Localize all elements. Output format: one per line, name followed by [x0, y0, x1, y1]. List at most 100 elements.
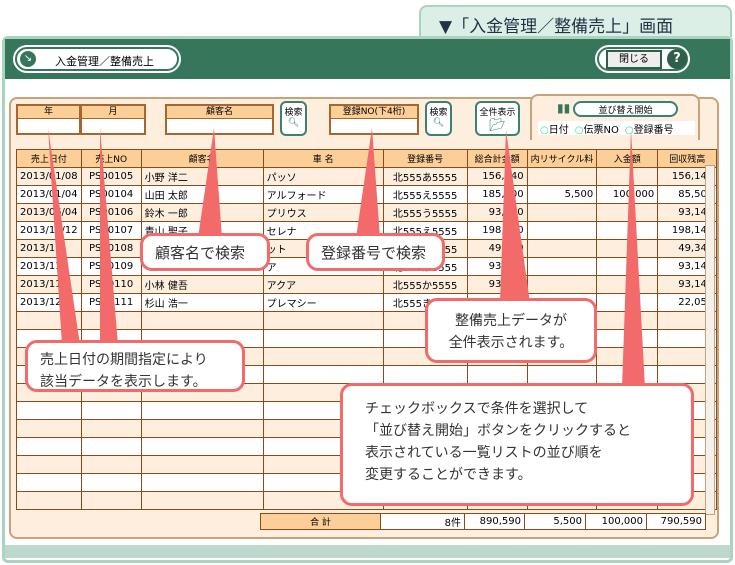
- table-cell: [382, 365, 468, 384]
- table-cell: [80, 311, 142, 330]
- regno-search-button[interactable]: 検索 🔍︎: [425, 101, 452, 136]
- sort-option-regno[interactable]: ○登録番号: [625, 121, 674, 136]
- customer-input[interactable]: [165, 119, 274, 135]
- table-cell: パッソ: [262, 167, 384, 186]
- search-label: 検索: [429, 108, 448, 118]
- table-cell: 2013/11/: [16, 239, 82, 258]
- table-cell: 198,140: [466, 221, 528, 240]
- table-cell: 小野 洋二: [140, 167, 264, 186]
- regno-input[interactable]: [329, 119, 419, 135]
- month-input[interactable]: [80, 119, 146, 135]
- table-row[interactable]: 2013/01/04 PS00104 山田 太郎 アルフォード 北555え5555 185…: [16, 185, 718, 204]
- column-header[interactable]: 売上日付: [16, 149, 82, 168]
- total-recycle: 5,500: [524, 513, 586, 530]
- table-cell: 93,140: [466, 275, 528, 294]
- table-cell: [140, 419, 264, 438]
- table-cell: PS00108: [80, 239, 142, 258]
- column-header[interactable]: 登録番号: [382, 149, 468, 168]
- callout-line: 整備売上データが: [455, 313, 567, 329]
- table-cell: 2013/10/12: [16, 221, 82, 240]
- table-cell: [16, 419, 82, 438]
- table-cell: [596, 239, 659, 258]
- table-cell: [526, 221, 598, 240]
- folder-icon: 📂︎: [489, 118, 506, 133]
- table-cell: 鈴木 一郎: [140, 203, 264, 222]
- table-cell: 100,000: [596, 185, 659, 204]
- table-cell: [526, 167, 598, 186]
- sort-option-date[interactable]: ○日付: [540, 121, 569, 136]
- table-cell: [80, 401, 142, 420]
- radio-icon: ○: [540, 125, 549, 136]
- column-header[interactable]: 総合計金額: [466, 149, 528, 168]
- table-row[interactable]: 2013/12/PS00111杉山 浩一プレマシー北555き555522,050…: [16, 293, 718, 312]
- close-button[interactable]: 閉じる: [606, 50, 662, 69]
- total-count: 8件: [380, 513, 465, 530]
- callout-line: 変更することができます。: [365, 467, 532, 483]
- column-header[interactable]: 車 名: [262, 149, 384, 168]
- screen-title: 入金管理／整備売上: [13, 45, 181, 73]
- table-cell: [16, 311, 82, 330]
- table-cell: 山田 太郎: [140, 185, 264, 204]
- table-cell: [596, 365, 659, 384]
- table-cell: [140, 311, 264, 330]
- screen-caption: ▼「入金管理／整備売上」画面: [419, 5, 732, 37]
- table-cell: [596, 293, 659, 312]
- table-cell: 5,500: [526, 185, 598, 204]
- table-cell: 2013/01/08: [16, 167, 82, 186]
- footer-bar: [5, 545, 730, 558]
- table-cell: [526, 365, 598, 384]
- show-all-label: 全件表示: [479, 108, 516, 118]
- search-icon: 🔍︎: [432, 118, 445, 128]
- table-cell: [16, 455, 82, 474]
- sort-option-slip[interactable]: ○伝票NO: [575, 121, 619, 136]
- callout-line: 「並び替え開始」ボタンをクリックすると: [365, 423, 631, 439]
- table-row[interactable]: 2013/06/04 PS00106 鈴木 一郎 プリウス 北555う5555 93,14…: [16, 203, 718, 222]
- callout-line: 売上日付の期間指定により: [40, 352, 208, 368]
- sort-option-label: 伝票NO: [583, 125, 619, 136]
- table-cell: [140, 473, 264, 492]
- year-input[interactable]: [16, 119, 81, 135]
- search-label: 検索: [284, 108, 303, 118]
- table-cell: 2013/06/04: [16, 203, 82, 222]
- column-header[interactable]: 顧客名: [140, 149, 264, 168]
- table-cell: [526, 257, 598, 276]
- table-cell: 北555か5555: [382, 275, 468, 294]
- sort-option-label: 日付: [548, 125, 569, 136]
- callout-line: チェックボックスで条件を選択して: [365, 401, 589, 417]
- callout-line: 表示されている一覧リストの並び順を: [365, 445, 603, 461]
- callout-regno-search: 登録番号で検索: [306, 233, 445, 271]
- callout-show-all: 整備売上データが 全件表示されます。: [425, 298, 597, 363]
- table-cell: [526, 275, 598, 294]
- total-label: 合 計: [260, 513, 381, 530]
- callout-line: 全件表示されます。: [448, 335, 574, 351]
- column-header[interactable]: 内リサイクル料: [526, 149, 598, 168]
- table-cell: 小林 健吾: [140, 275, 264, 294]
- table-cell: [262, 347, 384, 366]
- total-amount: 890,590: [464, 513, 525, 530]
- table-cell: [526, 239, 598, 258]
- table-cell: [16, 473, 82, 492]
- sort-start-button[interactable]: 並び替え開始: [573, 101, 678, 117]
- table-row[interactable]: 2013/01/08 PS00105 小野 洋二 パッソ 北555あ5555 156,14…: [16, 167, 718, 186]
- table-row[interactable]: [16, 311, 718, 330]
- table-cell: 北555う5555: [382, 203, 468, 222]
- customer-search-button[interactable]: 検索 🔍︎: [280, 101, 307, 136]
- table-cell: [16, 491, 82, 510]
- help-icon[interactable]: ?: [667, 49, 687, 69]
- table-scrollbar[interactable]: [705, 165, 715, 515]
- column-header[interactable]: 売上NO: [80, 149, 142, 168]
- show-all-button[interactable]: 全件表示 📂︎: [475, 101, 520, 136]
- regno-label: 登録NO(下4桁): [329, 104, 419, 120]
- table-cell: プリウス: [262, 203, 384, 222]
- table-row[interactable]: 2013/11/PS00110 小林 健吾 アクア 北555か5555 93,140 93…: [16, 275, 718, 294]
- table-cell: PS00107: [80, 221, 142, 240]
- table-cell: 93,140: [466, 257, 528, 276]
- table-cell: PS00110: [80, 275, 142, 294]
- table-cell: [466, 365, 528, 384]
- table-cell: [596, 167, 659, 186]
- table-cell: [80, 437, 142, 456]
- column-header[interactable]: 入金額: [596, 149, 659, 168]
- table-cell: PS00111: [80, 293, 142, 312]
- total-row: 合 計 8件 890,590 5,500 100,000 790,590: [260, 513, 706, 530]
- table-cell: アルフォード: [262, 185, 384, 204]
